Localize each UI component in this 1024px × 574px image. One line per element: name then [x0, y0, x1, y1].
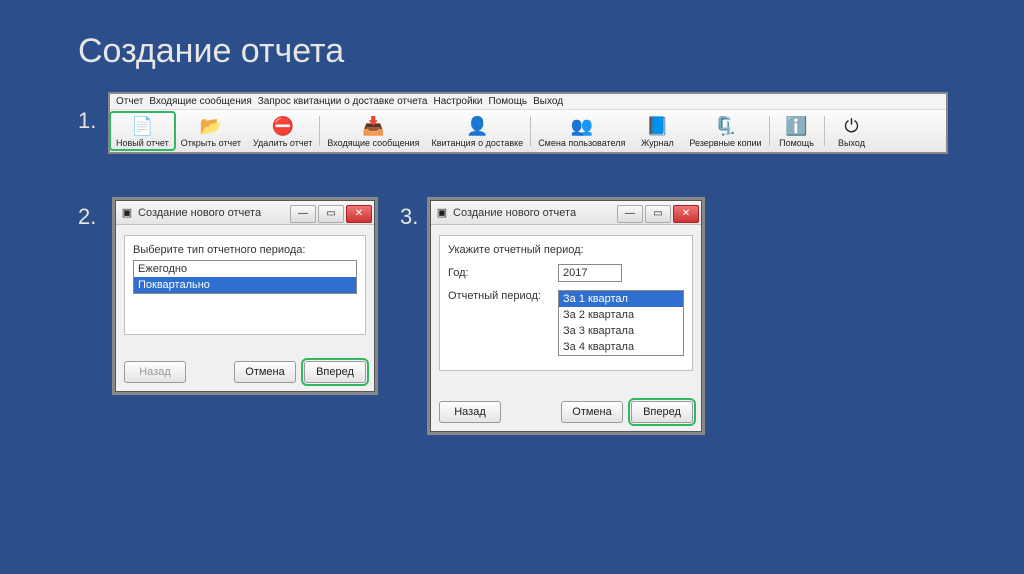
archive-icon: 🗜️: [711, 114, 739, 138]
folder-icon: 📂: [197, 114, 225, 138]
window-title: Создание нового отчета: [134, 207, 290, 219]
menubar: Отчет Входящие сообщения Запрос квитанци…: [110, 94, 946, 110]
tb-label: Резервные копии: [689, 138, 761, 148]
minimize-button[interactable]: —: [290, 205, 316, 223]
list-item[interactable]: За 4 квартала: [559, 339, 683, 355]
tb-label: Квитанция о доставке: [431, 138, 523, 148]
maximize-button[interactable]: ▭: [645, 205, 671, 223]
inbox-button[interactable]: 📥 Входящие сообщения: [321, 112, 425, 150]
separator: [824, 116, 825, 146]
tb-label: Входящие сообщения: [327, 138, 419, 148]
tb-label: Помощь: [779, 138, 814, 148]
menu-item[interactable]: Входящие сообщения: [149, 96, 251, 107]
titlebar: ▣ Создание нового отчета — ▭ ✕: [116, 201, 374, 225]
menu-item[interactable]: Настройки: [433, 96, 482, 107]
new-report-button[interactable]: 📄 Новый отчет: [110, 112, 175, 150]
users-icon: 👥: [568, 114, 596, 138]
cancel-button[interactable]: Отмена: [561, 401, 623, 423]
tb-label: Журнал: [641, 138, 674, 148]
next-button[interactable]: Вперед: [631, 401, 693, 423]
tb-label: Новый отчет: [116, 138, 169, 148]
app-icon: ▣: [435, 206, 449, 220]
close-button[interactable]: ✕: [346, 205, 372, 223]
cancel-button[interactable]: Отмена: [234, 361, 296, 383]
log-icon: 📘: [643, 114, 671, 138]
dialog-buttons: Назад Отмена Вперед: [124, 361, 366, 383]
info-icon: ℹ️: [783, 114, 811, 138]
year-field[interactable]: 2017: [558, 264, 622, 282]
help-button[interactable]: ℹ️ Помощь: [771, 112, 823, 150]
menu-item[interactable]: Запрос квитанции о доставке отчета: [258, 96, 428, 107]
menu-item[interactable]: Помощь: [489, 96, 528, 107]
delete-report-button[interactable]: ⛔ Удалить отчет: [247, 112, 318, 150]
slide-title: Создание отчета: [78, 32, 344, 71]
menu-item[interactable]: Выход: [533, 96, 563, 107]
list-item[interactable]: За 2 квартала: [559, 307, 683, 323]
app-toolbar-screenshot: Отчет Входящие сообщения Запрос квитанци…: [108, 92, 948, 154]
separator: [769, 116, 770, 146]
period-listbox[interactable]: За 1 квартал За 2 квартала За 3 квартала…: [558, 290, 684, 356]
inbox-icon: 📥: [359, 114, 387, 138]
separator: [530, 116, 531, 146]
open-report-button[interactable]: 📂 Открыть отчет: [175, 112, 247, 150]
receipt-button[interactable]: 👤 Квитанция о доставке: [425, 112, 529, 150]
delete-icon: ⛔: [269, 114, 297, 138]
step-number-2: 2.: [78, 204, 96, 230]
dialog-body: Укажите отчетный период: Год: 2017 Отчет…: [439, 235, 693, 371]
separator: [319, 116, 320, 146]
create-report-dialog-step3: ▣ Создание нового отчета — ▭ ✕ Укажите о…: [430, 200, 702, 432]
year-label: Год:: [448, 267, 558, 279]
tb-label: Смена пользователя: [538, 138, 625, 148]
file-icon: 📄: [128, 114, 156, 138]
tb-label: Открыть отчет: [181, 138, 241, 148]
back-button: Назад: [124, 361, 186, 383]
back-button[interactable]: Назад: [439, 401, 501, 423]
backup-button[interactable]: 🗜️ Резервные копии: [683, 112, 767, 150]
tb-label: Выход: [838, 138, 865, 148]
dialog-body: Выберите тип отчетного периода: Ежегодно…: [124, 235, 366, 335]
window-title: Создание нового отчета: [449, 207, 617, 219]
list-item[interactable]: За 1 квартал: [559, 291, 683, 307]
list-item[interactable]: За 3 квартала: [559, 323, 683, 339]
maximize-button[interactable]: ▭: [318, 205, 344, 223]
minimize-button[interactable]: —: [617, 205, 643, 223]
step-number-3: 3.: [400, 204, 418, 230]
period-label: Отчетный период:: [448, 290, 558, 302]
exit-button[interactable]: ⏻ Выход: [826, 112, 878, 150]
dialog-buttons: Назад Отмена Вперед: [439, 401, 693, 423]
titlebar: ▣ Создание нового отчета — ▭ ✕: [431, 201, 701, 225]
tb-label: Удалить отчет: [253, 138, 312, 148]
app-icon: ▣: [120, 206, 134, 220]
list-item[interactable]: Поквартально: [134, 277, 356, 293]
period-type-listbox[interactable]: Ежегодно Поквартально: [133, 260, 357, 294]
power-icon: ⏻: [838, 114, 866, 138]
receipt-icon: 👤: [463, 114, 491, 138]
prompt-label: Укажите отчетный период:: [448, 244, 684, 256]
step-number-1: 1.: [78, 108, 96, 134]
prompt-label: Выберите тип отчетного периода:: [133, 244, 357, 256]
create-report-dialog-step2: ▣ Создание нового отчета — ▭ ✕ Выберите …: [115, 200, 375, 392]
log-button[interactable]: 📘 Журнал: [631, 112, 683, 150]
menu-item[interactable]: Отчет: [116, 96, 143, 107]
toolbar: 📄 Новый отчет 📂 Открыть отчет ⛔ Удалить …: [110, 110, 946, 152]
next-button[interactable]: Вперед: [304, 361, 366, 383]
close-button[interactable]: ✕: [673, 205, 699, 223]
switch-user-button[interactable]: 👥 Смена пользователя: [532, 112, 631, 150]
list-item[interactable]: Ежегодно: [134, 261, 356, 277]
